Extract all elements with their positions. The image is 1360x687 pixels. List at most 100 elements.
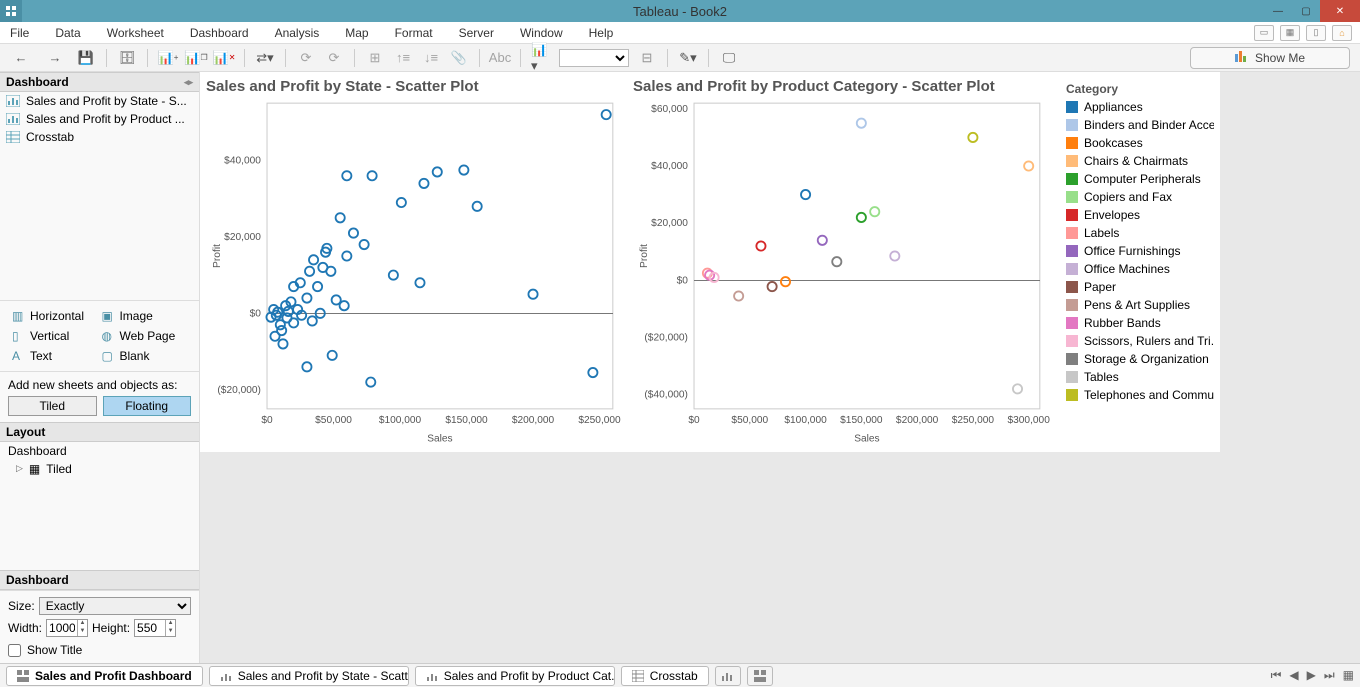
legend-item[interactable]: Binders and Binder Acce.. bbox=[1066, 116, 1214, 134]
svg-text:$20,000: $20,000 bbox=[224, 232, 261, 243]
sheet-tab[interactable]: Sales and Profit Dashboard bbox=[6, 666, 203, 686]
sheet-tab[interactable]: Sales and Profit by State - Scatt... bbox=[209, 666, 409, 686]
menu-worksheet[interactable]: Worksheet bbox=[103, 23, 168, 43]
sidebar-sheet-item[interactable]: Sales and Profit by State - S... bbox=[0, 92, 199, 110]
legend-label: Bookcases bbox=[1084, 136, 1143, 150]
home-icon[interactable]: ⌂ bbox=[1332, 25, 1352, 41]
app-icon bbox=[0, 0, 22, 22]
legend-label: Labels bbox=[1084, 226, 1119, 240]
dashboard-object-text[interactable]: AText bbox=[10, 347, 97, 365]
tiled-button[interactable]: Tiled bbox=[8, 396, 97, 416]
menu-analysis[interactable]: Analysis bbox=[271, 23, 324, 43]
redo-button[interactable]: → bbox=[42, 48, 68, 68]
show-title-input[interactable] bbox=[8, 644, 21, 657]
sheet-nav-prev[interactable]: ◀ bbox=[1289, 668, 1298, 683]
legend-item[interactable]: Scissors, Rulers and Tri.. bbox=[1066, 332, 1214, 350]
sort-desc-button[interactable]: ↓≡ bbox=[421, 48, 441, 68]
presentation-button[interactable]: 🖵 bbox=[719, 48, 739, 68]
chart-category[interactable]: Sales and Profit by Product Category - S… bbox=[633, 78, 1050, 446]
pause-button[interactable]: ⟳ bbox=[324, 48, 344, 68]
legend-item[interactable]: Storage & Organization bbox=[1066, 350, 1214, 368]
legend-item[interactable]: Telephones and Commu.. bbox=[1066, 386, 1214, 404]
menu-help[interactable]: Help bbox=[585, 23, 618, 43]
size-select[interactable]: Exactly bbox=[39, 597, 191, 615]
dashboard-object-web-page[interactable]: ◍Web Page bbox=[99, 327, 189, 345]
object-icon: ▢ bbox=[101, 349, 115, 363]
layout-root[interactable]: Dashboard bbox=[0, 442, 199, 460]
panel-collapse-icon[interactable]: ◂▸ bbox=[184, 77, 193, 88]
show-title-checkbox[interactable]: Show Title bbox=[8, 643, 191, 657]
pin-button[interactable]: 📎 bbox=[449, 48, 469, 68]
swap-button[interactable]: ⇄▾ bbox=[255, 48, 275, 68]
legend-item[interactable]: Paper bbox=[1066, 278, 1214, 296]
menu-server[interactable]: Server bbox=[455, 23, 498, 43]
window-maximize-button[interactable]: ▢ bbox=[1292, 0, 1320, 22]
card-view-icon[interactable]: ▯ bbox=[1306, 25, 1326, 41]
grid-view-icon[interactable]: ▦ bbox=[1280, 25, 1300, 41]
legend-item[interactable]: Appliances bbox=[1066, 98, 1214, 116]
save-button[interactable]: 💾 bbox=[76, 48, 96, 68]
width-label: Width: bbox=[8, 621, 42, 635]
menu-dashboard[interactable]: Dashboard bbox=[186, 23, 253, 43]
new-worksheet-button[interactable] bbox=[715, 666, 741, 686]
undo-button[interactable]: ← bbox=[8, 48, 34, 68]
legend-item[interactable]: Bookcases bbox=[1066, 134, 1214, 152]
menu-window[interactable]: Window bbox=[516, 23, 567, 43]
dashboard-object-blank[interactable]: ▢Blank bbox=[99, 347, 189, 365]
legend-item[interactable]: Computer Peripherals bbox=[1066, 170, 1214, 188]
legend-item[interactable]: Office Furnishings bbox=[1066, 242, 1214, 260]
legend-item[interactable]: Pens & Art Supplies bbox=[1066, 296, 1214, 314]
sidebar-sheet-item[interactable]: Crosstab bbox=[0, 128, 199, 146]
highlight-button[interactable]: ✎▾ bbox=[678, 48, 698, 68]
chart-type-button[interactable]: 📊▾ bbox=[531, 48, 551, 68]
legend-item[interactable]: Chairs & Chairmats bbox=[1066, 152, 1214, 170]
group-button[interactable]: ⊞ bbox=[365, 48, 385, 68]
show-me-button[interactable]: Show Me bbox=[1190, 47, 1350, 69]
legend-item[interactable]: Labels bbox=[1066, 224, 1214, 242]
tree-expand-icon[interactable]: ▷ bbox=[16, 463, 23, 474]
legend-item[interactable]: Office Machines bbox=[1066, 260, 1214, 278]
clear-sheet-button[interactable]: 📊✕ bbox=[214, 48, 234, 68]
sheet-nav-list[interactable]: ▦ bbox=[1343, 668, 1354, 683]
legend-item[interactable]: Copiers and Fax bbox=[1066, 188, 1214, 206]
dashboard-object-horizontal[interactable]: ▥Horizontal bbox=[10, 307, 97, 325]
window-minimize-button[interactable]: — bbox=[1264, 0, 1292, 22]
fix-axes-button[interactable]: ⊟ bbox=[637, 48, 657, 68]
sheet-tab[interactable]: Sales and Profit by Product Cat... bbox=[415, 666, 615, 686]
sidebar-sheet-label: Crosstab bbox=[26, 130, 74, 144]
labels-button[interactable]: Abc bbox=[490, 48, 510, 68]
legend-swatch bbox=[1066, 299, 1078, 311]
menu-data[interactable]: Data bbox=[51, 23, 84, 43]
menu-format[interactable]: Format bbox=[391, 23, 437, 43]
layout-child[interactable]: ▷ ▦ Tiled bbox=[0, 460, 199, 478]
menu-map[interactable]: Map bbox=[341, 23, 372, 43]
legend-label: Chairs & Chairmats bbox=[1084, 154, 1188, 168]
category-legend[interactable]: Category AppliancesBinders and Binder Ac… bbox=[1060, 78, 1220, 446]
svg-text:$50,000: $50,000 bbox=[731, 415, 768, 426]
duplicate-sheet-button[interactable]: 📊❐ bbox=[186, 48, 206, 68]
sort-asc-button[interactable]: ↑≡ bbox=[393, 48, 413, 68]
dashboard-object-vertical[interactable]: ▯Vertical bbox=[10, 327, 97, 345]
sheet-nav-first[interactable]: ⏮ bbox=[1271, 668, 1282, 683]
datasource-icon[interactable]: 🗄 bbox=[117, 48, 137, 68]
fit-select[interactable] bbox=[559, 49, 629, 67]
sheet-tab-bar: Sales and Profit Dashboard Sales and Prof… bbox=[0, 663, 1360, 687]
layout-panel-title: Layout bbox=[6, 425, 45, 439]
sheet-nav-next[interactable]: ▶ bbox=[1307, 668, 1316, 683]
window-close-button[interactable]: ✕ bbox=[1320, 0, 1360, 22]
refresh-button[interactable]: ⟳ bbox=[296, 48, 316, 68]
sheet-tab[interactable]: Crosstab bbox=[621, 666, 709, 686]
sidebar-sheet-item[interactable]: Sales and Profit by Product ... bbox=[0, 110, 199, 128]
chart-state[interactable]: Sales and Profit by State - Scatter Plot… bbox=[206, 78, 623, 446]
dashboard-object-image[interactable]: ▣Image bbox=[99, 307, 189, 325]
floating-button[interactable]: Floating bbox=[103, 396, 192, 416]
presentation-mode-icon[interactable]: ▭ bbox=[1254, 25, 1274, 41]
legend-item[interactable]: Rubber Bands bbox=[1066, 314, 1214, 332]
new-dashboard-button[interactable] bbox=[747, 666, 773, 686]
new-worksheet-button[interactable]: 📊+ bbox=[158, 48, 178, 68]
menu-file[interactable]: File bbox=[6, 23, 33, 43]
sheet-nav-last[interactable]: ⏭ bbox=[1324, 668, 1335, 683]
legend-item[interactable]: Tables bbox=[1066, 368, 1214, 386]
worksheet-icon bbox=[6, 113, 20, 125]
legend-item[interactable]: Envelopes bbox=[1066, 206, 1214, 224]
